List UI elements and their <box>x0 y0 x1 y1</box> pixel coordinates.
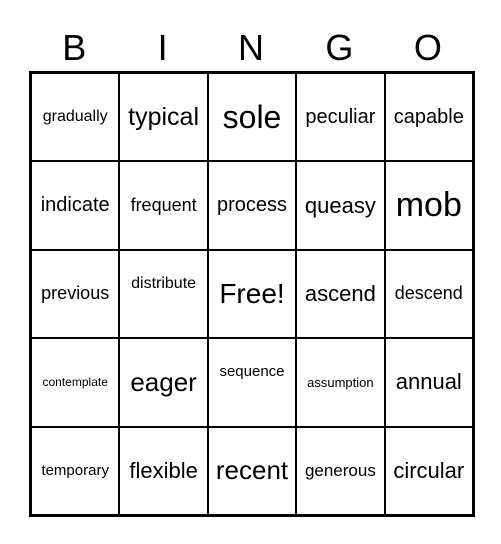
bingo-cell[interactable]: gradually <box>31 73 120 162</box>
header-letter-o: O <box>413 27 442 68</box>
bingo-cell[interactable]: frequent <box>119 161 208 250</box>
bingo-cell[interactable]: process <box>207 161 297 250</box>
bingo-cell[interactable]: assumption <box>296 338 385 427</box>
bingo-cell[interactable]: sequence <box>207 338 297 427</box>
bingo-cell[interactable]: ascend <box>296 249 385 339</box>
bingo-cell[interactable]: circular <box>384 426 473 515</box>
bingo-cell[interactable]: annual <box>384 338 473 427</box>
bingo-cell[interactable]: temporary <box>31 426 120 515</box>
bingo-cell[interactable]: mob <box>384 161 473 250</box>
bingo-cell[interactable]: queasy <box>296 161 385 250</box>
bingo-cell[interactable]: indicate <box>31 161 120 250</box>
bingo-cell[interactable]: previous <box>31 249 120 339</box>
bingo-cell[interactable]: recent <box>207 426 297 515</box>
header-letter-b: B <box>62 27 87 68</box>
bingo-cell[interactable]: sole <box>207 73 297 162</box>
bingo-cell[interactable]: peculiar <box>296 73 385 162</box>
bingo-cell[interactable]: contemplate <box>31 338 120 427</box>
header-letter-n: N <box>238 27 265 68</box>
bingo-cell[interactable]: capable <box>384 73 473 162</box>
bingo-cell[interactable]: eager <box>119 338 208 427</box>
bingo-cell[interactable]: descend <box>384 249 473 339</box>
bingo-cell[interactable]: flexible <box>119 426 208 515</box>
header-letter-g: G <box>325 27 354 68</box>
bingo-header: B I N G O <box>30 26 472 70</box>
header-letter-i: I <box>157 27 168 68</box>
free-cell[interactable]: Free! <box>207 249 297 339</box>
bingo-cell[interactable]: generous <box>296 426 385 515</box>
bingo-cell[interactable]: distribute <box>119 249 208 339</box>
bingo-cell[interactable]: typical <box>119 73 208 162</box>
bingo-grid: gradually typical sole peculiar capable … <box>29 71 475 517</box>
